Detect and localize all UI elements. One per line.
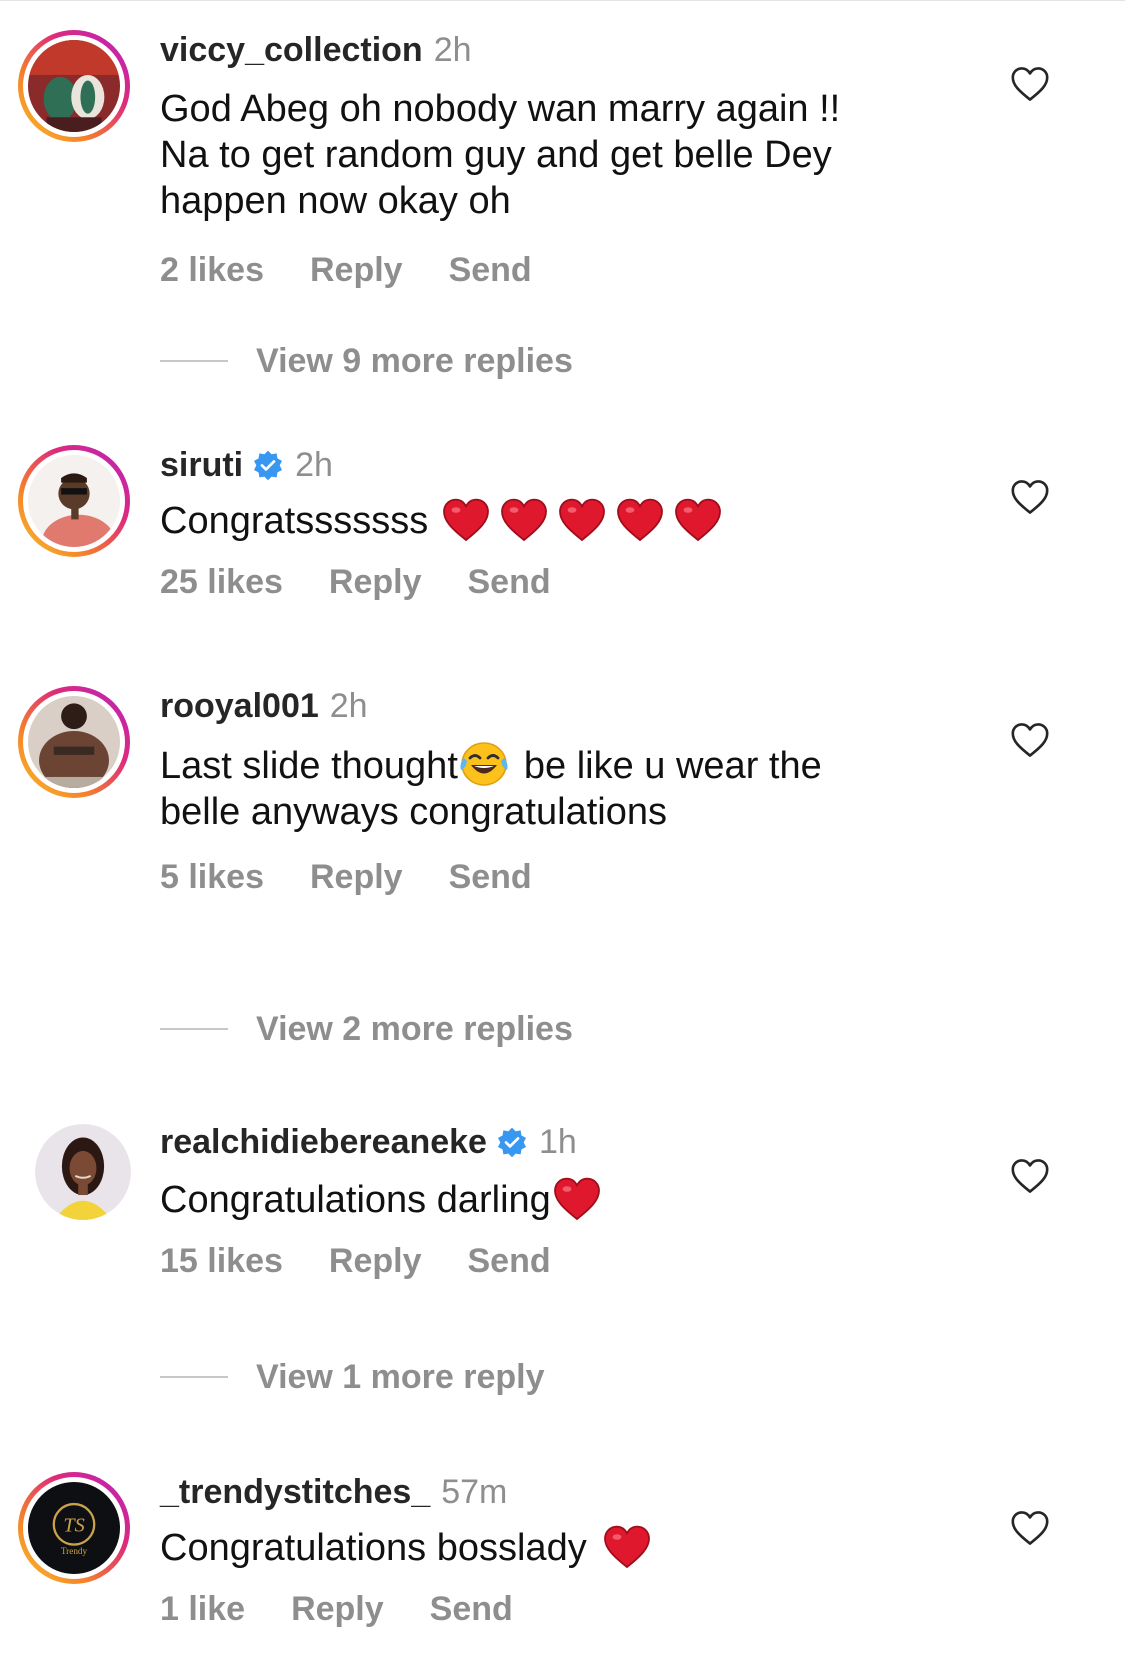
comment-text-line: belle anyways congratulations	[160, 791, 667, 833]
red-heart-emoji-icon	[616, 497, 664, 543]
comment-actions: 5 likes Reply Send	[160, 857, 960, 897]
reply-button[interactable]: Reply	[329, 1242, 422, 1280]
send-button[interactable]: Send	[430, 1590, 513, 1628]
username[interactable]: realchidiebereaneke	[160, 1122, 487, 1162]
avatar[interactable]	[18, 445, 130, 557]
view-more-replies[interactable]: View 1 more reply	[160, 1357, 545, 1397]
username[interactable]: rooyal001	[160, 686, 319, 726]
red-heart-emoji-icon	[442, 497, 490, 543]
red-heart-emoji-icon	[553, 1176, 601, 1222]
comment-actions: 1 like Reply Send	[160, 1589, 960, 1629]
view-replies-label[interactable]: View 1 more reply	[256, 1358, 545, 1397]
send-button[interactable]: Send	[467, 563, 550, 601]
like-heart-icon[interactable]	[1010, 1158, 1050, 1194]
view-replies-label[interactable]: View 2 more replies	[256, 1010, 573, 1049]
likes-count[interactable]: 2 likes	[160, 251, 264, 289]
replies-line	[160, 360, 228, 362]
red-heart-emoji-icon	[500, 497, 548, 543]
timestamp: 2h	[329, 687, 368, 725]
comment-actions: 15 likes Reply Send	[160, 1241, 960, 1281]
likes-count[interactable]: 5 likes	[160, 858, 264, 896]
view-more-replies[interactable]: View 9 more replies	[160, 341, 573, 381]
timestamp: 1h	[538, 1123, 577, 1161]
verified-badge-icon	[252, 449, 284, 481]
username[interactable]: siruti	[160, 445, 243, 485]
like-heart-icon[interactable]	[1010, 1510, 1050, 1546]
avatar[interactable]	[18, 686, 130, 798]
comment-text: Congratulations bosslady	[160, 1524, 960, 1571]
like-heart-icon[interactable]	[1010, 722, 1050, 758]
comment-text-content: Congratsssssss	[160, 500, 429, 542]
view-more-replies[interactable]: View 2 more replies	[160, 1009, 573, 1049]
like-heart-icon[interactable]	[1010, 66, 1050, 102]
avatar[interactable]	[35, 1124, 131, 1220]
comment-text: Congratsssssss	[160, 497, 960, 544]
comment-text: God Abeg oh nobody wan marry again !! Na…	[160, 86, 960, 224]
reply-button[interactable]: Reply	[310, 251, 403, 289]
likes-count[interactable]: 15 likes	[160, 1242, 283, 1280]
username[interactable]: viccy_collection	[160, 30, 423, 70]
top-divider	[0, 0, 1125, 1]
send-button[interactable]: Send	[449, 858, 532, 896]
timestamp: 57m	[441, 1473, 508, 1511]
likes-count[interactable]: 25 likes	[160, 563, 283, 601]
comment-text: Last slide thought be like u wear the bel…	[160, 740, 960, 835]
avatar[interactable]	[18, 30, 130, 142]
red-heart-emoji-icon	[603, 1524, 651, 1570]
verified-badge-icon	[496, 1126, 528, 1158]
comment-text-part: Last slide thought	[160, 745, 458, 787]
timestamp: 2h	[295, 446, 333, 484]
avatar[interactable]: TS Trendy	[18, 1472, 130, 1584]
comment-actions: 25 likes Reply Send	[160, 562, 960, 602]
red-heart-emoji-icon	[558, 497, 606, 543]
replies-line	[160, 1028, 228, 1030]
comment-text-line: Last slide thought be like u wear the	[160, 740, 960, 789]
avatar-logo-mark: TS	[63, 1515, 84, 1537]
comment-text-content: Congratulations darling	[160, 1179, 551, 1221]
comment-text: Congratulations darling	[160, 1176, 960, 1223]
avatar-logo-text: Trendy	[61, 1546, 88, 1556]
comment-text-line: God Abeg oh nobody wan marry again !!	[160, 88, 841, 130]
comment-actions: 2 likes Reply Send	[160, 250, 960, 290]
face-with-tears-of-joy-emoji-icon	[458, 740, 510, 786]
reply-button[interactable]: Reply	[310, 858, 403, 896]
comment-text-line: happen now okay oh	[160, 180, 511, 222]
likes-count[interactable]: 1 like	[160, 1590, 245, 1628]
replies-line	[160, 1376, 228, 1378]
comment-text-content: Congratulations bosslady	[160, 1527, 587, 1569]
reply-button[interactable]: Reply	[291, 1590, 384, 1628]
timestamp: 2h	[433, 31, 472, 69]
send-button[interactable]: Send	[449, 251, 532, 289]
red-heart-emoji-icon	[674, 497, 722, 543]
reply-button[interactable]: Reply	[329, 563, 422, 601]
like-heart-icon[interactable]	[1010, 479, 1050, 515]
view-replies-label[interactable]: View 9 more replies	[256, 342, 573, 381]
comment-text-part: be like u wear the	[523, 745, 822, 787]
username[interactable]: _trendystitches_	[160, 1472, 430, 1512]
comment-text-line: Na to get random guy and get belle Dey	[160, 134, 832, 176]
send-button[interactable]: Send	[467, 1242, 550, 1280]
